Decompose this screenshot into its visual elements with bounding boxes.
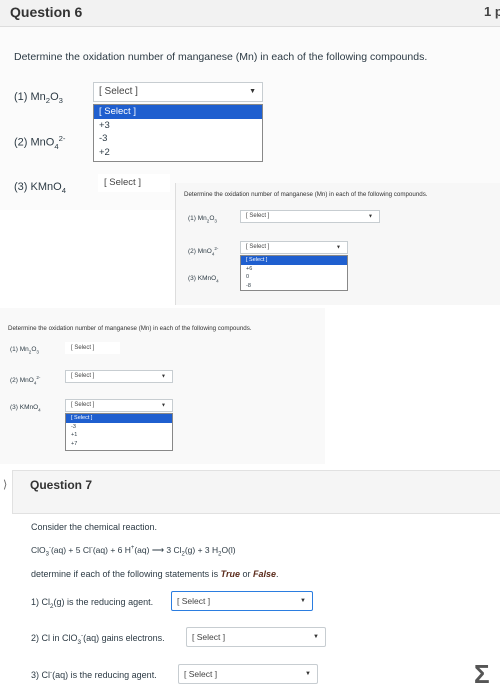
corner-logo-icon: Σ	[474, 659, 490, 689]
inset-2-prompt: Determine the oxidation number of mangan…	[8, 325, 252, 332]
compound-3-select[interactable]: [ Select ]	[98, 174, 170, 192]
compound-1-label: (1) Mn2O3	[14, 91, 63, 106]
inset-2-select-3[interactable]: [ Select ] ▼	[65, 399, 173, 412]
dropdown-option[interactable]: -3	[66, 423, 172, 432]
reaction-arrow-icon: ⟶	[151, 545, 165, 555]
dropdown-option[interactable]: +2	[94, 146, 262, 160]
inset-1-compound-1: (1) Mn2O3	[188, 215, 217, 224]
question-6-panel: Question 6 1 p Determine the oxidation n…	[0, 0, 500, 210]
dropdown-option[interactable]: 0	[241, 273, 347, 282]
chevron-down-icon: ▼	[161, 373, 166, 379]
dropdown-option[interactable]: [ Select ]	[94, 105, 262, 119]
inset-2-compound-1: (1) Mn2O3	[10, 346, 39, 355]
question-7-task: determine if each of the following state…	[31, 569, 279, 579]
inset-2-dropdown-list[interactable]: [ Select ] -3 +1 +7	[65, 413, 173, 451]
inset-1-select-2[interactable]: [ Select ] ▼	[240, 241, 348, 254]
dropdown-option[interactable]: [ Select ]	[241, 256, 347, 265]
dropdown-option[interactable]: -3	[94, 132, 262, 146]
question-7-title: Question 7	[30, 478, 93, 492]
dropdown-option[interactable]: +1	[66, 431, 172, 440]
chevron-down-icon: ▼	[249, 88, 256, 95]
inset-2-select-2[interactable]: [ Select ] ▼	[65, 370, 173, 383]
inset-1-select-1[interactable]: [ Select ] ▼	[240, 210, 380, 223]
statement-3-select[interactable]: [ Select ] ▼	[178, 664, 318, 684]
compound-3-label: (3) KMnO4	[14, 181, 66, 196]
inset-2-compound-2: (2) MnO42-	[10, 375, 41, 386]
chevron-down-icon: ▼	[313, 634, 319, 640]
collapse-marker-icon: ⟩	[3, 479, 8, 491]
dropdown-option[interactable]: [ Select ]	[66, 414, 172, 423]
dropdown-option[interactable]: +6	[241, 265, 347, 274]
reaction-equation: ClO3-(aq) + 5 Cl-(aq) + 6 H+(aq) ⟶ 3 Cl2…	[31, 545, 236, 558]
compound-1-dropdown-list[interactable]: [ Select ] +3 -3 +2	[93, 104, 263, 162]
dropdown-option[interactable]: +3	[94, 119, 262, 133]
question-points: 1 p	[484, 4, 500, 19]
compound-1-select[interactable]: [ Select ] ▼	[93, 82, 263, 102]
statement-2-label: 2) Cl in ClO3-(aq) gains electrons.	[31, 632, 165, 646]
question-6-title: Question 6	[10, 4, 83, 20]
question-7-panel: ⟩ Question 7 Consider the chemical react…	[0, 464, 500, 700]
dropdown-option[interactable]: +7	[66, 440, 172, 449]
question-6-prompt: Determine the oxidation number of mangan…	[14, 51, 428, 63]
inset-screenshot-2: Determine the oxidation number of mangan…	[0, 308, 325, 468]
inset-1-compound-3: (3) KMnO4	[188, 275, 219, 284]
chevron-down-icon: ▼	[161, 402, 166, 408]
question-7-intro: Consider the chemical reaction.	[31, 522, 158, 532]
inset-1-prompt: Determine the oxidation number of mangan…	[184, 191, 428, 198]
compound-2-label: (2) MnO42-	[14, 134, 66, 151]
inset-2-select-1[interactable]: [ Select ]	[65, 342, 120, 354]
dropdown-option[interactable]: -8	[241, 282, 347, 291]
statement-2-select[interactable]: [ Select ] ▼	[186, 627, 326, 647]
inset-2-compound-3: (3) KMnO4	[10, 404, 41, 413]
chevron-down-icon: ▼	[368, 213, 373, 219]
chevron-down-icon: ▼	[300, 598, 306, 604]
statement-3-label: 3) Cl-(aq) is the reducing agent.	[31, 669, 157, 680]
statement-1-label: 1) Cl2(g) is the reducing agent.	[31, 597, 154, 610]
inset-1-dropdown-list[interactable]: [ Select ] +6 0 -8	[240, 255, 348, 291]
question-7-header	[12, 470, 500, 514]
statement-1-select[interactable]: [ Select ] ▼	[171, 591, 313, 611]
inset-screenshot-1: Determine the oxidation number of mangan…	[175, 183, 500, 305]
chevron-down-icon: ▼	[336, 244, 341, 250]
inset-1-compound-2: (2) MnO42-	[188, 246, 219, 257]
chevron-down-icon: ▼	[305, 671, 311, 677]
